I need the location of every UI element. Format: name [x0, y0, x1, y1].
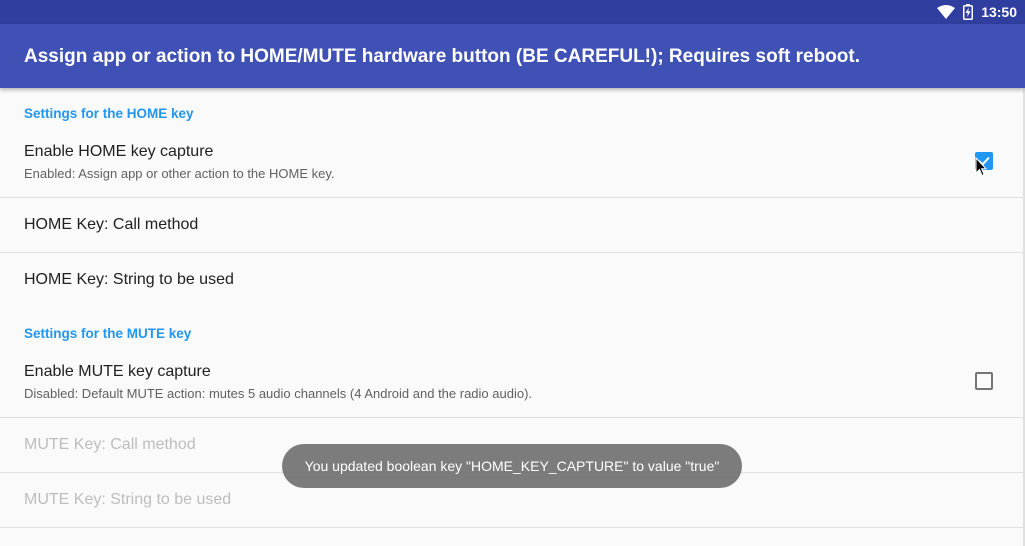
pref-home-key-call-method[interactable]: HOME Key: Call method [0, 198, 1025, 253]
page-title: Assign app or action to HOME/MUTE hardwa… [24, 46, 861, 67]
pref-enable-mute-key-capture[interactable]: Enable MUTE key capture Disabled: Defaul… [0, 352, 1025, 418]
category-mute-key: Settings for the MUTE key [24, 326, 192, 341]
pref-title: HOME Key: String to be used [24, 271, 234, 288]
app-bar: Assign app or action to HOME/MUTE hardwa… [0, 24, 1025, 88]
status-bar: 13:50 [0, 0, 1025, 24]
pref-enable-home-key-capture[interactable]: Enable HOME key capture Enabled: Assign … [0, 132, 1025, 198]
wifi-icon [937, 5, 956, 19]
status-icons: 13:50 [937, 0, 1017, 24]
category-home-key: Settings for the HOME key [24, 106, 194, 121]
battery-charging-icon [963, 4, 974, 20]
pref-summary: Disabled: Default MUTE action: mutes 5 a… [24, 386, 533, 401]
mute-key-capture-checkbox[interactable] [975, 372, 993, 390]
toast-message: You updated boolean key "HOME_KEY_CAPTUR… [282, 444, 742, 488]
status-time: 13:50 [981, 4, 1017, 20]
pref-title: Enable HOME key capture [24, 143, 214, 160]
pref-title: MUTE Key: Call method [24, 436, 196, 453]
pref-title: MUTE Key: String to be used [24, 491, 232, 508]
pref-home-key-string[interactable]: HOME Key: String to be used [0, 253, 1025, 308]
pref-title: Enable MUTE key capture [24, 363, 211, 380]
pref-summary: Enabled: Assign app or other action to t… [24, 166, 335, 181]
pref-title: HOME Key: Call method [24, 216, 199, 233]
mouse-cursor-icon [975, 156, 988, 182]
